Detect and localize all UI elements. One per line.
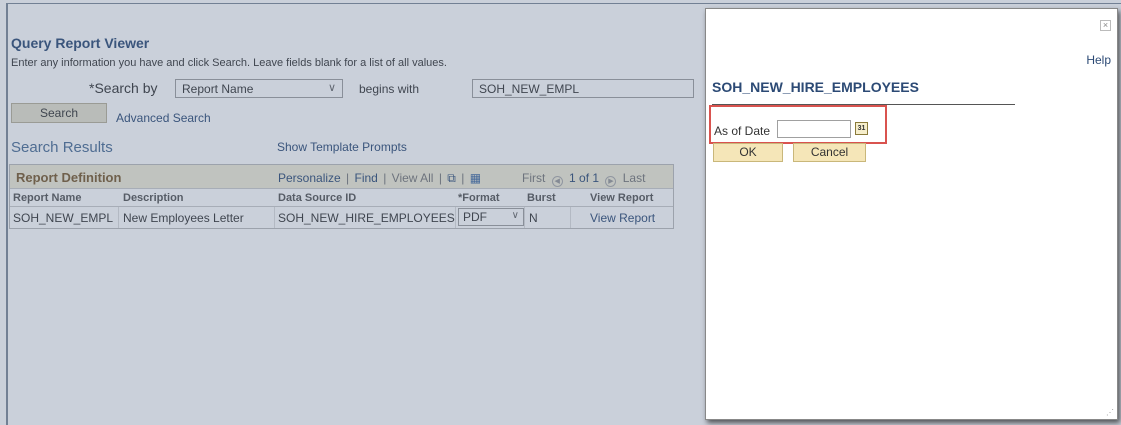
resize-grip-icon[interactable]: ⋰ (1106, 408, 1114, 417)
calendar-icon[interactable]: 31 (855, 122, 868, 135)
close-icon[interactable]: × (1100, 20, 1111, 31)
help-link[interactable]: Help (1086, 53, 1111, 67)
prompt-dialog: × Help SOH_NEW_HIRE_EMPLOYEES As of Date… (705, 8, 1118, 420)
as-of-date-label: As of Date (714, 124, 771, 138)
dialog-title: SOH_NEW_HIRE_EMPLOYEES (712, 79, 919, 95)
ok-button[interactable]: OK (713, 143, 783, 162)
cancel-button[interactable]: Cancel (793, 143, 866, 162)
as-of-date-input[interactable] (777, 120, 851, 138)
